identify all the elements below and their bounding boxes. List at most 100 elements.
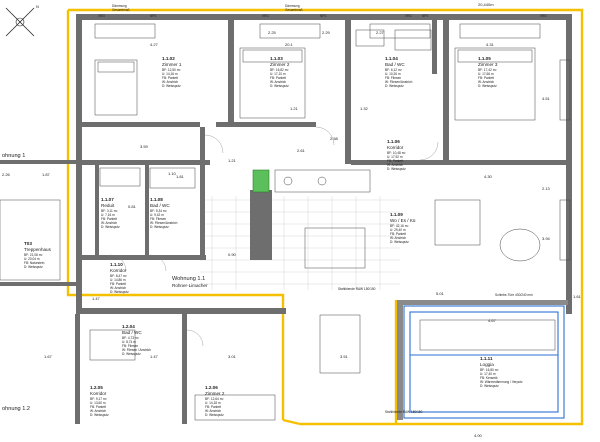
dim-left-3: 1.67 <box>44 354 53 359</box>
dim-misc-4: 1.21 <box>228 158 237 163</box>
dim-mid-4: 2.58 <box>330 136 339 141</box>
dim-top-6: 2.27 <box>376 30 385 35</box>
apartment-title: Wohnung 1.1 <box>172 276 205 282</box>
svg-text:D: Weissputz: D: Weissputz <box>205 413 224 417</box>
apartment-2-title: ohnung 1.2 <box>2 406 30 412</box>
furniture <box>0 29 556 421</box>
door-code-7: VRG <box>540 14 547 18</box>
svg-text:D: Weissputz: D: Weissputz <box>90 413 109 417</box>
room-label-1-1-06: 1.1.06 Korridor BF: 10,48 m² U: 17,92 m … <box>387 139 406 171</box>
svg-text:Zimmer 3: Zimmer 3 <box>478 62 498 67</box>
svg-text:D: Weissputz: D: Weissputz <box>387 167 406 171</box>
svg-text:D: Weissputz: D: Weissputz <box>101 225 120 229</box>
room-label-1-2-05: 1.2.05 Korridor BF: 9,17 m² U: 13,60 m F… <box>90 385 109 417</box>
svg-text:Zimmer 2: Zimmer 2 <box>205 391 225 396</box>
note-loggia-sill: Schiebe-Türe 430/240 mm <box>495 293 533 297</box>
door-code-3: VRG <box>262 14 269 18</box>
dim-top-5: 4.31 <box>486 42 495 47</box>
svg-text:D: Weissputz: D: Weissputz <box>150 225 169 229</box>
svg-text:1.1.03: 1.1.03 <box>270 56 283 61</box>
dim-left-2: 2.26 <box>2 172 11 177</box>
svg-text:Zimmer 1: Zimmer 1 <box>162 62 182 67</box>
room-label-1-1-07: 1.1.07 Reduit BF: 3,11 m² U: 7,16 m FB: … <box>101 197 120 229</box>
svg-text:1.1.10: 1.1.10 <box>110 262 123 267</box>
svg-text:1.2.05: 1.2.05 <box>90 385 103 390</box>
dim-bottom-2: 4.00 <box>474 433 483 438</box>
svg-text:1.1.06: 1.1.06 <box>387 139 400 144</box>
stair-left-label: ohnung 1 <box>2 153 25 159</box>
top-note-left-b: Gesamtmaß <box>112 8 130 12</box>
svg-text:Treppenhaus: Treppenhaus <box>24 247 52 252</box>
svg-text:Bad / WC: Bad / WC <box>150 203 170 208</box>
room-label-1-1-04: 1.1.04 Bad / WC BF: 6,12 m² U: 10,26 m F… <box>385 56 413 88</box>
svg-text:D: Weissputz: D: Weissputz <box>122 352 141 356</box>
room-label-1-2-04: 1.2.04 Bad / WC BF: 4,73 m² U: 8,74 m FB… <box>122 324 151 356</box>
dim-top-1: 4.27 <box>150 42 159 47</box>
dim-misc-2: 1.81 <box>176 174 185 179</box>
svg-text:Korridor: Korridor <box>90 391 107 396</box>
room-label-1-1-03: 1.1.03 Zimmer 2 BF: 16,82 m² U: 17,10 m … <box>270 56 290 88</box>
svg-text:D: Weissputz: D: Weissputz <box>270 84 289 88</box>
dim-mid-2: 2.61 <box>297 148 306 153</box>
svg-text:1.1.02: 1.1.02 <box>162 56 175 61</box>
apartment-subtitle: Rohner-Limacher <box>172 283 208 288</box>
door-code-4: NFS <box>320 14 326 18</box>
dim-bottom-4: 1.47 <box>92 296 101 301</box>
svg-text:Loggia: Loggia <box>480 362 494 367</box>
dim-right-3: 3.94 <box>542 236 551 241</box>
svg-text:T03: T03 <box>24 241 32 246</box>
floor-plan: N Dämmung Gesamtmaß Dämmung Gesamtmaß VR… <box>0 2 584 438</box>
dim-bottom-3: 3.51 <box>340 354 349 359</box>
door-code-1: VRG <box>98 14 105 18</box>
svg-text:1.1.05: 1.1.05 <box>478 56 491 61</box>
dim-right-4: 1.61 <box>573 294 582 299</box>
svg-text:Reduit: Reduit <box>101 203 115 208</box>
room-label-1-1-10: 1.1.10 Korridor BF: 8,47 m² U: 14,86 m F… <box>110 262 129 294</box>
svg-text:1.1.04: 1.1.04 <box>385 56 398 61</box>
dim-misc-7: 1.21 <box>290 106 299 111</box>
dim-left-1: 1.87 <box>42 172 51 177</box>
dim-top-3: 20.1 <box>285 42 294 47</box>
dim-misc-5: 0.90 <box>228 252 237 257</box>
room-label-1-1-02: 1.1.02 Zimmer 1 BF: 12,50 m² U: 14,16 m … <box>162 56 182 88</box>
dim-mid-3: 4.30 <box>484 174 493 179</box>
dim-left-5: 3.01 <box>228 354 237 359</box>
dim-left-4: 1.47 <box>150 354 159 359</box>
kitchen-tall-cabinet <box>252 169 270 193</box>
svg-text:1.1.11: 1.1.11 <box>480 356 493 361</box>
room-label-1-1-05: 1.1.05 Zimmer 3 BF: 17,42 m² U: 17,66 m … <box>478 56 498 88</box>
room-label-1-1-09: 1.1.09 Wo / Es / Kü BF: 42,16 m² U: 29,4… <box>390 212 416 244</box>
dim-mid-1: 3.59 <box>140 144 149 149</box>
svg-text:1.2.06: 1.2.06 <box>205 385 218 390</box>
north-arrow: N <box>5 4 39 37</box>
svg-text:Bad / WC: Bad / WC <box>122 330 142 335</box>
svg-text:D: Weissputz: D: Weissputz <box>385 84 404 88</box>
top-right-dim: 20,440m <box>478 2 494 7</box>
svg-text:Korridor: Korridor <box>110 268 127 273</box>
dim-top-2: 2.25 <box>268 30 277 35</box>
room-label-1-2-06: 1.2.06 Zimmer 2 BF: 12,64 m² U: 14,18 m … <box>205 385 225 417</box>
dim-right-2: 2.13 <box>542 186 551 191</box>
svg-text:D: Weissputz: D: Weissputz <box>110 290 129 294</box>
svg-text:D: Weissputz: D: Weissputz <box>478 84 497 88</box>
svg-text:1.2.04: 1.2.04 <box>122 324 135 329</box>
top-note-mid-b: Gesamtmaß <box>285 8 303 12</box>
note-railing: Stahlblende RAW 150/150 <box>385 410 423 414</box>
dim-bottom-1: 4.67 <box>488 318 497 323</box>
dim-top-4: 2.29 <box>322 30 331 35</box>
svg-text:1.1.07: 1.1.07 <box>101 197 114 202</box>
svg-text:Bad / WC: Bad / WC <box>385 62 405 67</box>
svg-text:D: Weissputz: D: Weissputz <box>162 84 181 88</box>
dim-misc-6: 5.01 <box>436 291 445 296</box>
room-label-t03: T03 Treppenhaus BF: 21,08 m² U: 20,04 m … <box>24 241 52 269</box>
svg-text:D: Weissputz: D: Weissputz <box>480 384 499 388</box>
room-label-1-1-08: 1.1.08 Bad / WC BF: 5,34 m² U: 9,42 m FB… <box>150 197 178 229</box>
door-code-2: NFS <box>150 14 156 18</box>
door-code-5: VRG <box>405 14 412 18</box>
dim-misc-8: 1.32 <box>360 106 369 111</box>
svg-text:1.1.09: 1.1.09 <box>390 212 403 217</box>
dim-right-1: 4.51 <box>542 96 551 101</box>
room-label-1-1-11: 1.1.11 Loggia BF: 16,80 m² U: 17,40 m FB… <box>480 356 523 388</box>
svg-text:D: Weissputz: D: Weissputz <box>390 240 409 244</box>
svg-text:D: Weissputz: D: Weissputz <box>24 265 43 269</box>
